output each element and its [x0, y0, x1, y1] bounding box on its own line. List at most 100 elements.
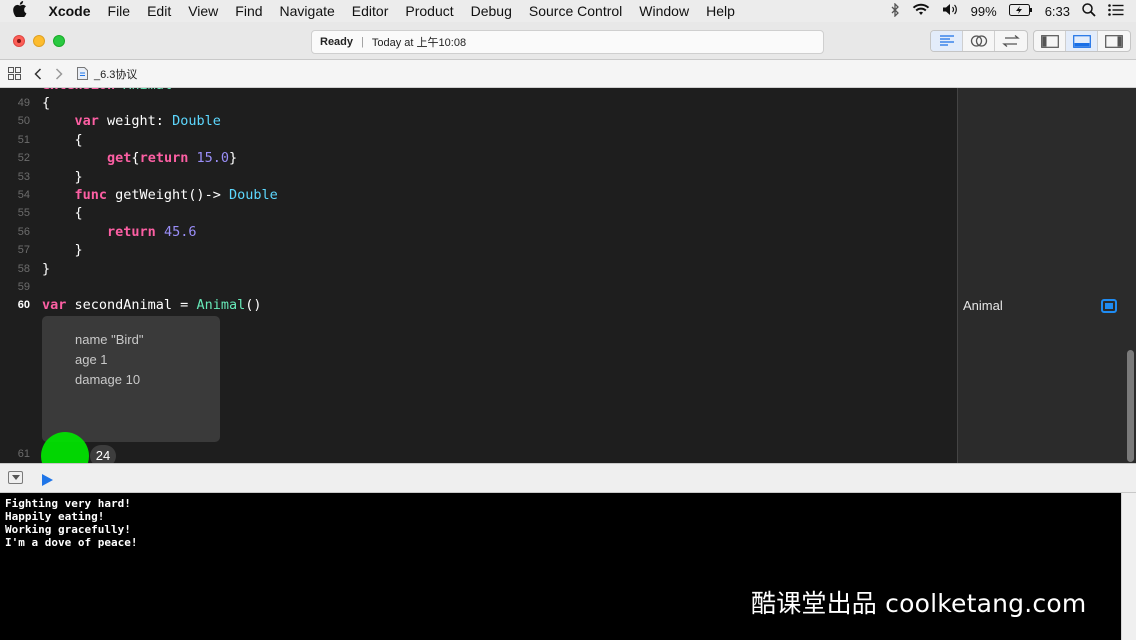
back-chevron-icon[interactable]: [34, 67, 42, 80]
menu-window[interactable]: Window: [631, 3, 698, 19]
standard-editor-icon: [939, 35, 954, 46]
zoom-window-button[interactable]: [53, 35, 65, 47]
code-text: var secondAnimal = Animal(): [42, 297, 262, 314]
forward-chevron-icon[interactable]: [55, 67, 63, 80]
line-number: 50: [17, 115, 30, 128]
line-number: 49: [17, 97, 30, 109]
code-line[interactable]: 57 }: [0, 241, 957, 259]
code-text: }: [42, 242, 83, 259]
close-window-button[interactable]: [13, 35, 25, 47]
result-value: Animal: [963, 298, 1003, 313]
playground-file-icon: [77, 67, 88, 80]
inspector-age: age 1: [75, 352, 108, 367]
code-text: }: [42, 168, 83, 185]
code-line[interactable]: 60 var secondAnimal = Animal(): [0, 296, 957, 314]
menubar-clock[interactable]: 6:33: [1045, 4, 1070, 19]
code-line[interactable]: 59: [0, 278, 957, 296]
line-number: 57: [17, 244, 30, 257]
code-line[interactable]: 58}: [0, 260, 957, 278]
assistant-editor-button[interactable]: [963, 31, 995, 51]
run-playground-icon[interactable]: [42, 474, 53, 486]
menu-editor[interactable]: Editor: [343, 3, 397, 19]
line-number: 58: [17, 262, 30, 275]
breadcrumb-filename: _6.3协议: [94, 68, 138, 81]
wifi-icon[interactable]: [912, 3, 930, 19]
code-text: var weight: Double: [74, 113, 221, 130]
watermark: 酷课堂出品 coolketang.com: [751, 589, 1087, 618]
debug-panel-icon: [1072, 34, 1091, 48]
activity-viewer: Ready | Today at 上午10:08: [311, 30, 824, 54]
menu-source-control[interactable]: Source Control: [520, 3, 630, 19]
show-result-button[interactable]: [1101, 299, 1117, 313]
hide-debug-area-icon[interactable]: [8, 471, 23, 484]
console-line: Working gracefully!: [5, 523, 131, 536]
version-editor-icon: [1002, 35, 1020, 47]
line-number: 52: [17, 152, 30, 165]
toggle-navigator-button[interactable]: [1034, 31, 1066, 51]
standard-editor-button[interactable]: [931, 31, 963, 51]
value-inspector-popover: name "Bird" age 1 damage 10: [42, 316, 220, 442]
menu-find[interactable]: Find: [227, 3, 271, 19]
menu-debug[interactable]: Debug: [462, 3, 520, 19]
line-number: 61: [17, 448, 30, 460]
code-line[interactable]: 55 {: [0, 204, 957, 222]
code-line[interactable]: 50 var weight: Double: [0, 112, 957, 130]
status-separator: |: [361, 36, 364, 48]
code-line[interactable]: 61: [0, 445, 957, 463]
line-number: 54: [17, 189, 30, 201]
menu-xcode[interactable]: Xcode: [40, 3, 99, 19]
code-line[interactable]: 52 get{return 15.0}: [0, 149, 957, 167]
code-text: func getWeight()-> Double: [74, 187, 278, 203]
battery-charging-icon[interactable]: [1008, 3, 1033, 19]
battery-percent: 99%: [970, 3, 997, 19]
console-line: I'm a dove of peace!: [5, 536, 138, 549]
toggle-utilities-button[interactable]: [1098, 31, 1130, 51]
related-items-icon[interactable]: [8, 67, 21, 80]
line-number: 51: [17, 133, 30, 146]
menu-help[interactable]: Help: [698, 3, 744, 19]
code-line[interactable]: 53 }: [0, 168, 957, 186]
menu-view[interactable]: View: [180, 3, 227, 19]
console-scrollbar[interactable]: [1121, 493, 1136, 640]
results-sidebar: Animal: [957, 88, 1136, 463]
utilities-panel-icon: [1105, 34, 1123, 48]
inspector-damage: damage 10: [75, 372, 141, 387]
code-text: return 45.6: [107, 223, 197, 240]
menu-file[interactable]: File: [99, 3, 139, 19]
navigator-panel-icon: [1040, 34, 1059, 48]
line-number: 60: [17, 299, 30, 312]
source-editor[interactable]: 48 extension Animal 49{50 var weight: Do…: [0, 88, 957, 463]
code-line[interactable]: 56 return 45.6: [0, 223, 957, 241]
menu-navigate[interactable]: Navigate: [271, 3, 343, 19]
code-line[interactable]: 49 {: [0, 94, 957, 112]
jump-bar: _6.3协议: [0, 60, 1136, 88]
step-badge: 24: [90, 445, 116, 463]
code-line[interactable]: 54 func getWeight()-> Double: [0, 186, 957, 204]
code-text: {: [42, 205, 83, 222]
assistant-editor-icon: [970, 35, 987, 47]
editor-scrollbar[interactable]: [1127, 350, 1134, 462]
code-text: }: [42, 260, 51, 277]
breadcrumb-file[interactable]: _6.3协议: [77, 66, 137, 82]
code-text: {: [42, 131, 83, 148]
window-toolbar: Ready | Today at 上午10:08: [0, 22, 1136, 60]
line-number: 53: [17, 170, 30, 183]
volume-icon[interactable]: [942, 3, 959, 19]
toggle-debug-area-button[interactable]: [1066, 31, 1098, 51]
line-number: 59: [17, 281, 30, 293]
debug-bar: [0, 463, 1136, 493]
version-editor-button[interactable]: [995, 31, 1027, 51]
minimize-window-button[interactable]: [33, 35, 45, 47]
apple-menu-icon[interactable]: [0, 1, 40, 21]
code-line[interactable]: 51 {: [0, 131, 957, 149]
menu-product[interactable]: Product: [397, 3, 462, 19]
console-line: Happily eating!: [5, 510, 105, 523]
build-status: Ready: [320, 36, 354, 48]
menu-bar: Xcode File Edit View Find Navigate Edito…: [0, 0, 1136, 22]
code-text: {: [42, 95, 51, 111]
menu-edit[interactable]: Edit: [139, 3, 180, 19]
spotlight-search-icon[interactable]: [1082, 2, 1096, 20]
panel-toggle-group: [1033, 30, 1131, 52]
notification-center-icon[interactable]: [1108, 3, 1124, 19]
bluetooth-icon[interactable]: [891, 1, 900, 20]
